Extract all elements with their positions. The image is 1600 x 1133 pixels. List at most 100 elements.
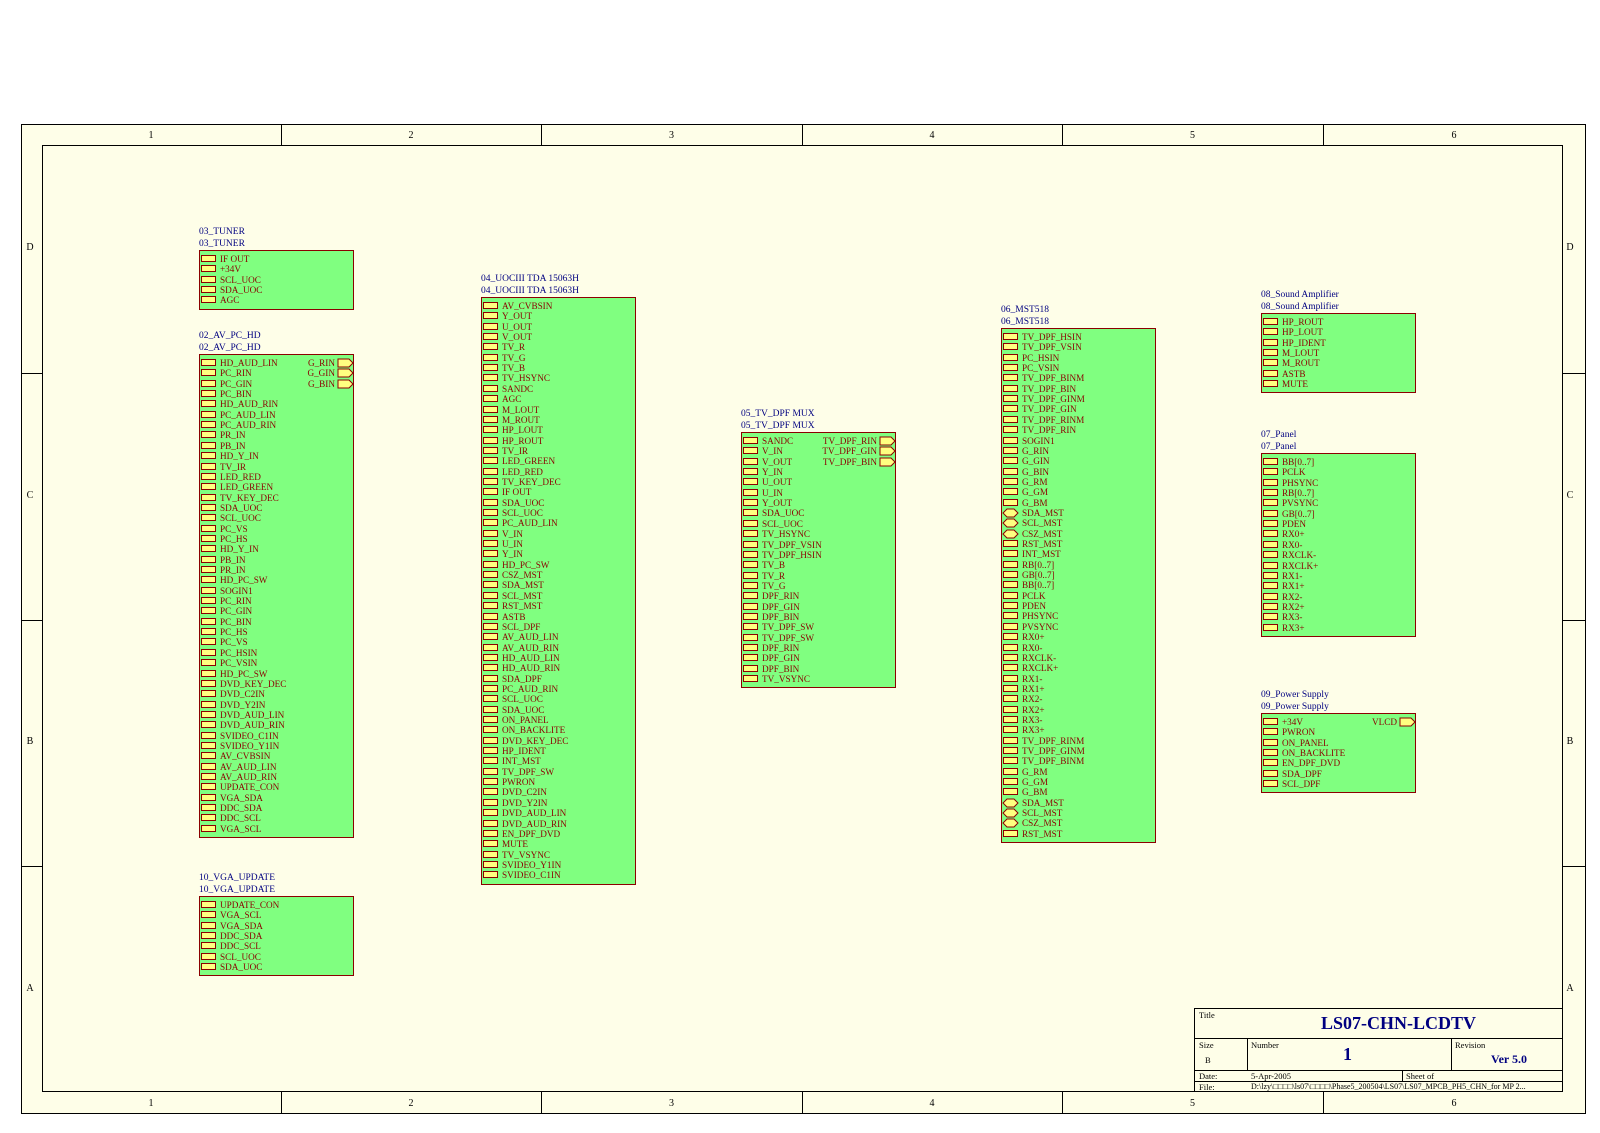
- sheet-entry[interactable]: LED_RED: [482, 467, 635, 477]
- sheet-body[interactable]: HD_AUD_LIN PC_RIN PC_GIN PC_BIN HD_AUD_RIN PC…: [199, 354, 354, 838]
- sheet-entry[interactable]: +34V: [200, 264, 353, 274]
- sheet-output-entry[interactable]: G_GIN: [200, 368, 354, 378]
- sheet-body[interactable]: AV_CVBSIN Y_OUT U_OUT V_OUT TV_R TV_G TV_B TV_H…: [481, 297, 636, 885]
- sheet-entry[interactable]: G_GIN: [1002, 456, 1155, 466]
- sheet-entry[interactable]: PHSYNC: [1002, 611, 1155, 621]
- sheet-entry[interactable]: TV_DPF_GIN: [1002, 404, 1155, 414]
- sheet-entry[interactable]: DVD_Y2IN: [482, 798, 635, 808]
- sheet-entry[interactable]: RX3+: [1002, 725, 1155, 735]
- sheet-entry[interactable]: TV_DPF_BINM: [1002, 756, 1155, 766]
- sheet-entry[interactable]: PC_RIN: [200, 596, 353, 606]
- sheet-entry[interactable]: SCL_UOC: [482, 508, 635, 518]
- sheet-entry[interactable]: INT_MST: [1002, 549, 1155, 559]
- sheet-entry[interactable]: PWRON: [1262, 727, 1415, 737]
- sheet-entry[interactable]: CSZ_MST: [1002, 818, 1155, 828]
- sheet-entry[interactable]: BB[0..7]: [1262, 457, 1415, 467]
- sheet-entry[interactable]: V_OUT: [482, 332, 635, 342]
- sheet-entry[interactable]: SCL_UOC: [200, 275, 353, 285]
- sheet-entry[interactable]: AGC: [482, 394, 635, 404]
- sheet-entry[interactable]: MUTE: [482, 839, 635, 849]
- sheet-entry[interactable]: SDA_MST: [1002, 798, 1155, 808]
- sheet-entry[interactable]: SVIDEO_C1IN: [482, 870, 635, 880]
- sheet-entry[interactable]: SCL_MST: [1002, 808, 1155, 818]
- sheet-entry[interactable]: AGC: [200, 295, 353, 305]
- sheet-entry[interactable]: Y_OUT: [742, 498, 895, 508]
- sheet-entry[interactable]: DVD_C2IN: [482, 787, 635, 797]
- sheet-entry[interactable]: GB[0..7]: [1262, 509, 1415, 519]
- sheet-entry[interactable]: U_OUT: [482, 322, 635, 332]
- sheet-output-entry[interactable]: TV_DPF_GIN: [742, 446, 896, 456]
- sheet-entry[interactable]: HD_Y_IN: [200, 544, 353, 554]
- sheet-entry[interactable]: RX3-: [1002, 715, 1155, 725]
- sheet-entry[interactable]: TV_HSYNC: [742, 529, 895, 539]
- sheet-entry[interactable]: TV_IR: [200, 462, 353, 472]
- sheet-entry[interactable]: TV_DPF_BINM: [1002, 373, 1155, 383]
- sheet-entry[interactable]: V_IN: [482, 529, 635, 539]
- sheet-entry[interactable]: TV_DPF_RIN: [1002, 425, 1155, 435]
- sheet-entry[interactable]: RXCLK+: [1262, 561, 1415, 571]
- sheet-entry[interactable]: DVD_KEY_DEC: [482, 736, 635, 746]
- sheet-entry[interactable]: CSZ_MST: [482, 570, 635, 580]
- sheet-entry[interactable]: LED_RED: [200, 472, 353, 482]
- sheet-entry[interactable]: SCL_DPF: [482, 622, 635, 632]
- sheet-entry[interactable]: SDA_UOC: [482, 498, 635, 508]
- sheet-entry[interactable]: HD_Y_IN: [200, 451, 353, 461]
- sheet-entry[interactable]: PC_AUD_RIN: [200, 420, 353, 430]
- sheet-entry[interactable]: RXCLK-: [1262, 550, 1415, 560]
- sheet-entry[interactable]: TV_DPF_VSIN: [742, 540, 895, 550]
- sheet-entry[interactable]: HD_AUD_RIN: [482, 663, 635, 673]
- sheet-entry[interactable]: RST_MST: [1002, 829, 1155, 839]
- sheet-entry[interactable]: PC_HSIN: [200, 648, 353, 658]
- sheet-entry[interactable]: SVIDEO_C1IN: [200, 731, 353, 741]
- sheet-entry[interactable]: RX0-: [1002, 643, 1155, 653]
- sheet-entry[interactable]: M_ROUT: [482, 415, 635, 425]
- sheet-entry[interactable]: RX1+: [1002, 684, 1155, 694]
- sheet-entry[interactable]: PC_VSIN: [200, 658, 353, 668]
- sheet-entry[interactable]: HP_IDENT: [1262, 338, 1415, 348]
- sheet-entry[interactable]: PB_IN: [200, 555, 353, 565]
- sheet-entry[interactable]: ON_PANEL: [1262, 738, 1415, 748]
- sheet-entry[interactable]: TV_DPF_GINM: [1002, 746, 1155, 756]
- sheet-entry[interactable]: TV_DPF_SW: [742, 633, 895, 643]
- sheet-entry[interactable]: BB[0..7]: [1002, 580, 1155, 590]
- sheet-entry[interactable]: DDC_SDA: [200, 931, 353, 941]
- sheet-entry[interactable]: G_BIN: [1002, 467, 1155, 477]
- sheet-entry[interactable]: EN_DPF_DVD: [482, 829, 635, 839]
- sheet-entry[interactable]: PC_AUD_LIN: [200, 410, 353, 420]
- sheet-entry[interactable]: PC_HS: [200, 627, 353, 637]
- sheet-entry[interactable]: TV_R: [482, 342, 635, 352]
- sheet-entry[interactable]: UPDATE_CON: [200, 782, 353, 792]
- sheet-entry[interactable]: RX1-: [1002, 674, 1155, 684]
- sheet-entry[interactable]: AV_AUD_LIN: [200, 762, 353, 772]
- sheet-entry[interactable]: TV_DPF_HSIN: [742, 550, 895, 560]
- sheet-entry[interactable]: TV_DPF_RINM: [1002, 415, 1155, 425]
- sheet-entry[interactable]: SDA_DPF: [1262, 769, 1415, 779]
- sheet-entry[interactable]: SCL_MST: [482, 591, 635, 601]
- sheet-entry[interactable]: G_BM: [1002, 498, 1155, 508]
- sheet-entry[interactable]: PC_HSIN: [1002, 353, 1155, 363]
- sheet-entry[interactable]: HD_PC_SW: [482, 560, 635, 570]
- sheet-entry[interactable]: SDA_UOC: [482, 705, 635, 715]
- sheet-body[interactable]: IF OUT +34V SCL_UOC SDA_UOC AGC: [199, 250, 354, 310]
- sheet-entry[interactable]: RX1-: [1262, 571, 1415, 581]
- sheet-entry[interactable]: HD_AUD_LIN: [482, 653, 635, 663]
- sheet-entry[interactable]: HP_IDENT: [482, 746, 635, 756]
- sheet-entry[interactable]: SOGIN1: [1002, 436, 1155, 446]
- sheet-entry[interactable]: AV_AUD_LIN: [482, 632, 635, 642]
- sheet-entry[interactable]: RST_MST: [482, 601, 635, 611]
- sheet-entry[interactable]: VGA_SCL: [200, 910, 353, 920]
- sheet-entry[interactable]: ON_BACKLITE: [482, 725, 635, 735]
- sheet-entry[interactable]: RB[0..7]: [1002, 560, 1155, 570]
- sheet-entry[interactable]: DPF_BIN: [742, 664, 895, 674]
- sheet-entry[interactable]: MUTE: [1262, 379, 1415, 389]
- sheet-entry[interactable]: SANDC: [482, 384, 635, 394]
- sheet-entry[interactable]: TV_G: [742, 581, 895, 591]
- sheet-entry[interactable]: HP_LOUT: [1262, 327, 1415, 337]
- sheet-entry[interactable]: TV_B: [482, 363, 635, 373]
- sheet-entry[interactable]: TV_DPF_RINM: [1002, 736, 1155, 746]
- sheet-entry[interactable]: M_ROUT: [1262, 358, 1415, 368]
- sheet-output-entry[interactable]: VLCD: [1262, 717, 1416, 727]
- sheet-output-entry[interactable]: G_BIN: [200, 379, 354, 389]
- sheet-entry[interactable]: TV_DPF_HSIN: [1002, 332, 1155, 342]
- sheet-entry[interactable]: RST_MST: [1002, 539, 1155, 549]
